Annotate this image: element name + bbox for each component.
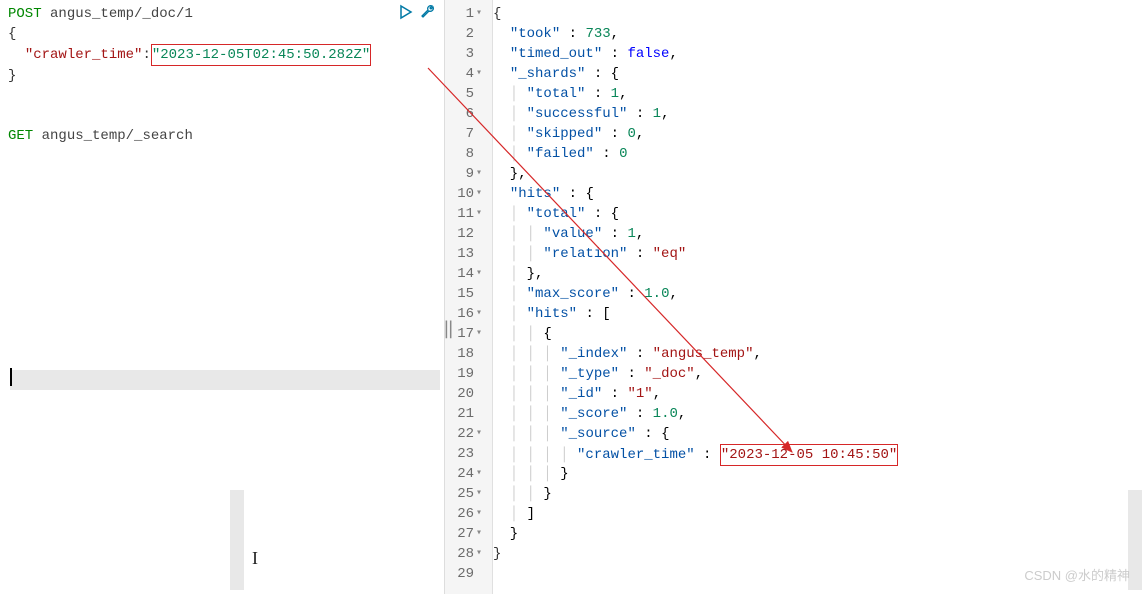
gutter-line: 27▾ — [445, 524, 492, 544]
request-line-1[interactable]: POST angus_temp/_doc/1 — [8, 4, 436, 24]
request-line-2[interactable]: { — [8, 24, 436, 44]
response-line[interactable]: │ "hits" : [ — [493, 304, 1142, 324]
response-line[interactable]: │ "total" : 1, — [493, 84, 1142, 104]
watermark: CSDN @水的精神 — [1024, 565, 1130, 584]
gutter-line: 1▾ — [445, 4, 492, 24]
response-line[interactable]: "hits" : { — [493, 184, 1142, 204]
request-line-4[interactable]: } — [8, 66, 436, 86]
fold-icon[interactable]: ▾ — [476, 424, 486, 444]
play-icon[interactable] — [398, 4, 414, 20]
wrench-icon[interactable] — [420, 4, 436, 20]
highlighted-output-value: "2023-12-05 10:45:50" — [720, 444, 898, 466]
gutter-line: 21 — [445, 404, 492, 424]
response-line[interactable]: │ │ │ "_id" : "1", — [493, 384, 1142, 404]
response-line[interactable]: } — [493, 524, 1142, 544]
gutter-line: 24▾ — [445, 464, 492, 484]
gutter-line: 11▾ — [445, 204, 492, 224]
gutter-line: 28▾ — [445, 544, 492, 564]
scrollbar-vertical[interactable] — [1128, 490, 1142, 590]
fold-icon[interactable]: ▾ — [476, 504, 486, 524]
gutter-line: 10▾ — [445, 184, 492, 204]
fold-icon[interactable]: ▾ — [476, 464, 486, 484]
request-editor-panel[interactable]: POST angus_temp/_doc/1 { "crawler_time":… — [0, 0, 445, 594]
response-line[interactable]: │ "total" : { — [493, 204, 1142, 224]
gutter-line: 26▾ — [445, 504, 492, 524]
response-line[interactable]: │ │ │ "_index" : "angus_temp", — [493, 344, 1142, 364]
response-line[interactable]: │ "skipped" : 0, — [493, 124, 1142, 144]
gutter-line: 5 — [445, 84, 492, 104]
gutter-line: 15 — [445, 284, 492, 304]
response-line[interactable]: { — [493, 4, 1142, 24]
scrollbar-vertical[interactable] — [230, 490, 244, 590]
response-line[interactable]: │ │ │ │ "crawler_time" : "2023-12-05 10:… — [493, 444, 1142, 464]
fold-icon[interactable]: ▾ — [476, 164, 486, 184]
gutter-line: 6 — [445, 104, 492, 124]
fold-icon[interactable]: ▾ — [476, 544, 486, 564]
fold-icon[interactable]: ▾ — [476, 304, 486, 324]
fold-icon[interactable]: ▾ — [476, 324, 486, 344]
response-line[interactable]: │ │ } — [493, 484, 1142, 504]
response-line[interactable]: │ │ { — [493, 324, 1142, 344]
response-line[interactable]: "_shards" : { — [493, 64, 1142, 84]
response-code[interactable]: { "took" : 733, "timed_out" : false, "_s… — [493, 0, 1142, 594]
fold-icon[interactable]: ▾ — [476, 184, 486, 204]
response-line[interactable]: │ │ │ "_type" : "_doc", — [493, 364, 1142, 384]
highlighted-input-value: "2023-12-05T02:45:50.282Z" — [151, 44, 371, 66]
gutter-line: 3 — [445, 44, 492, 64]
panel-resize-handle[interactable]: ‖ — [443, 318, 454, 340]
gutter-line: 2 — [445, 24, 492, 44]
response-line[interactable]: │ }, — [493, 264, 1142, 284]
gutter-line: 14▾ — [445, 264, 492, 284]
ibeam-cursor-icon: I — [252, 548, 258, 569]
fold-icon[interactable]: ▾ — [476, 204, 486, 224]
gutter-line: 29 — [445, 564, 492, 584]
request-line-7[interactable]: GET angus_temp/_search — [8, 126, 436, 146]
fold-icon[interactable]: ▾ — [476, 524, 486, 544]
gutter-line: 13 — [445, 244, 492, 264]
fold-icon[interactable]: ▾ — [476, 264, 486, 284]
response-line[interactable]: "timed_out" : false, — [493, 44, 1142, 64]
response-line[interactable]: │ "failed" : 0 — [493, 144, 1142, 164]
gutter-line: 8 — [445, 144, 492, 164]
response-line[interactable]: │ ] — [493, 504, 1142, 524]
response-line[interactable]: "took" : 733, — [493, 24, 1142, 44]
fold-icon[interactable]: ▾ — [476, 4, 486, 24]
response-line[interactable]: │ │ "relation" : "eq" — [493, 244, 1142, 264]
gutter-line: 20 — [445, 384, 492, 404]
fold-icon[interactable]: ▾ — [476, 484, 486, 504]
fold-icon[interactable]: ▾ — [476, 64, 486, 84]
response-line[interactable]: │ │ │ "_score" : 1.0, — [493, 404, 1142, 424]
response-line[interactable]: │ │ │ "_source" : { — [493, 424, 1142, 444]
gutter-line: 23 — [445, 444, 492, 464]
response-line[interactable]: │ "max_score" : 1.0, — [493, 284, 1142, 304]
gutter-line: 19 — [445, 364, 492, 384]
line-number-gutter: 1▾234▾56789▾10▾11▾121314▾1516▾17▾1819202… — [445, 0, 493, 594]
response-panel: 1▾234▾56789▾10▾11▾121314▾1516▾17▾1819202… — [445, 0, 1142, 594]
text-cursor — [10, 368, 12, 386]
response-line[interactable]: } — [493, 544, 1142, 564]
gutter-line: 18 — [445, 344, 492, 364]
response-line[interactable]: }, — [493, 164, 1142, 184]
response-line[interactable]: │ │ "value" : 1, — [493, 224, 1142, 244]
response-line[interactable]: │ "successful" : 1, — [493, 104, 1142, 124]
gutter-line: 22▾ — [445, 424, 492, 444]
gutter-line: 25▾ — [445, 484, 492, 504]
request-toolbar — [398, 4, 436, 20]
response-line[interactable]: │ │ │ } — [493, 464, 1142, 484]
gutter-line: 4▾ — [445, 64, 492, 84]
request-line-3[interactable]: "crawler_time":"2023-12-05T02:45:50.282Z… — [8, 44, 436, 66]
gutter-line: 7 — [445, 124, 492, 144]
active-line-highlight — [10, 370, 440, 390]
gutter-line: 9▾ — [445, 164, 492, 184]
gutter-line: 12 — [445, 224, 492, 244]
